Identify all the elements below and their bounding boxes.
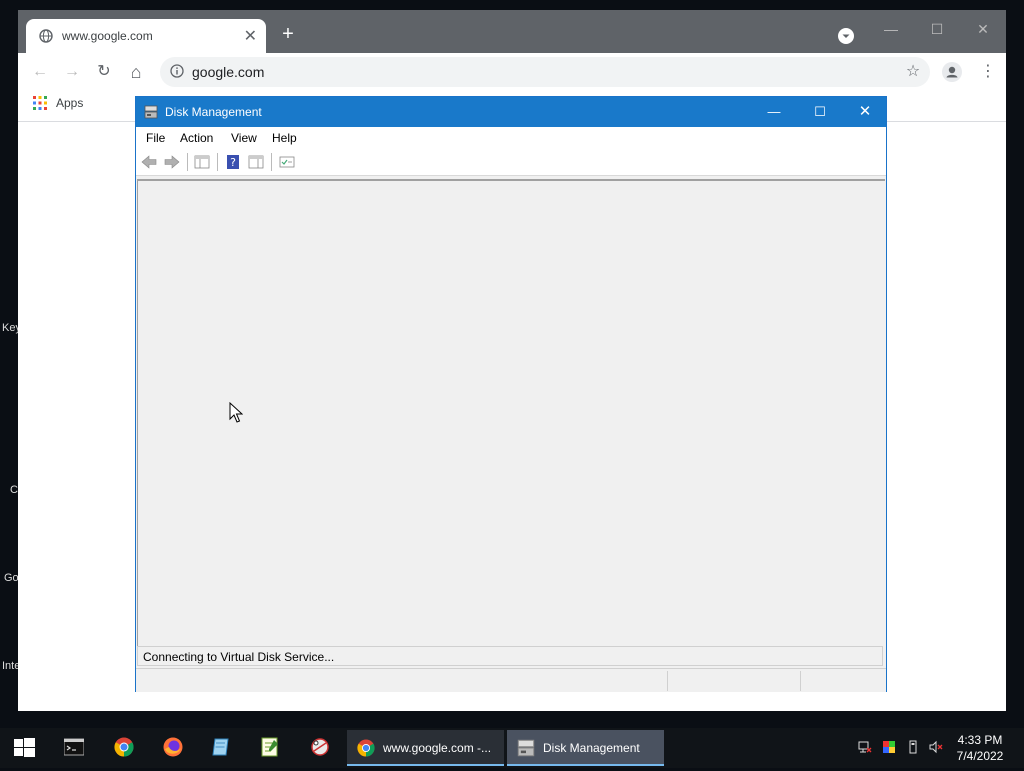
dm-titlebar[interactable]: Disk Management — ☐ ✕: [136, 97, 886, 127]
color-display-icon[interactable]: [882, 740, 896, 754]
svg-text:?: ?: [230, 156, 236, 169]
toolbar-separator: [271, 153, 272, 171]
status-bar: [136, 668, 886, 692]
url-text: google.com: [192, 64, 265, 80]
taskbar-window-label: www.google.com -...: [383, 741, 492, 755]
chrome-icon: [357, 739, 375, 757]
progress-pane: Connecting to Virtual Disk Service...: [137, 646, 883, 666]
minimize-button[interactable]: —: [868, 14, 914, 44]
address-bar[interactable]: google.com: [160, 57, 930, 87]
minimize-button[interactable]: —: [751, 97, 797, 127]
close-button[interactable]: ✕: [842, 97, 888, 127]
command-prompt-icon: [64, 738, 84, 756]
menu-view[interactable]: View: [231, 131, 257, 145]
taskbar-app-green[interactable]: [246, 728, 294, 768]
window-title: Disk Management: [165, 105, 262, 119]
taskbar-app-snipping[interactable]: [296, 728, 344, 768]
text-editor-icon: [261, 737, 278, 757]
network-icon[interactable]: [858, 740, 872, 754]
close-button[interactable]: ✕: [960, 14, 1006, 44]
back-button[interactable]: ←: [30, 62, 50, 82]
disk-management-window: Disk Management — ☐ ✕ File Action View H…: [135, 96, 887, 692]
desktop-icon-label: C: [10, 484, 18, 496]
desktop-icon-label: Go: [4, 572, 19, 584]
info-icon[interactable]: [170, 64, 184, 78]
taskbar-firefox[interactable]: [149, 728, 197, 768]
maximize-button[interactable]: ☐: [797, 97, 843, 127]
show-hide-action-pane-icon[interactable]: [248, 154, 264, 170]
taskbar: www.google.com -... Disk Management 4:33…: [0, 728, 1024, 768]
taskbar-command-prompt[interactable]: [50, 728, 98, 768]
bookmark-star-button[interactable]: ☆: [903, 62, 923, 82]
tab-title: www.google.com: [62, 29, 153, 43]
help-icon[interactable]: ?: [225, 154, 241, 170]
back-arrow-icon[interactable]: [141, 154, 157, 170]
taskbar-window-chrome[interactable]: www.google.com -...: [347, 730, 504, 766]
globe-icon: [39, 29, 53, 43]
system-tray: [855, 728, 955, 768]
mouse-pointer-icon: [229, 402, 243, 423]
clock-time: 4:33 PM: [957, 733, 1003, 747]
snipping-tool-icon: [311, 738, 329, 756]
volume-muted-icon[interactable]: [929, 740, 943, 754]
forward-button[interactable]: →: [62, 62, 82, 82]
taskbar-window-disk-management[interactable]: Disk Management: [507, 730, 664, 766]
firefox-icon: [163, 737, 183, 757]
close-tab-icon[interactable]: ✕: [244, 26, 257, 46]
menu-help[interactable]: Help: [272, 131, 297, 145]
tab-search-button[interactable]: [838, 28, 854, 44]
chrome-tab-strip: www.google.com ✕ + — ☐ ✕: [18, 10, 1006, 53]
dm-toolbar: ?: [136, 149, 886, 176]
apps-grid-icon[interactable]: [33, 96, 47, 110]
chrome-menu-button[interactable]: ⋮: [978, 62, 998, 82]
status-separator: [800, 671, 801, 691]
taskbar-chrome[interactable]: [100, 728, 148, 768]
home-button[interactable]: ⌂: [126, 62, 146, 82]
person-icon: [946, 66, 958, 78]
forward-arrow-icon[interactable]: [164, 154, 180, 170]
disk-management-icon: [517, 739, 535, 757]
chrome-toolbar: ← → ↻ ⌂ google.com ☆ ⋮: [18, 53, 1006, 91]
status-separator: [667, 671, 668, 691]
maximize-button[interactable]: ☐: [914, 14, 960, 44]
disk-management-icon: [144, 105, 158, 119]
chrome-icon: [114, 737, 134, 757]
toolbar-separator: [187, 153, 188, 171]
connection-status-text: Connecting to Virtual Disk Service...: [143, 650, 335, 664]
reload-button[interactable]: ↻: [94, 62, 114, 82]
usb-device-icon[interactable]: [906, 740, 920, 754]
windows-logo-icon: [14, 738, 35, 757]
show-hide-console-tree-icon[interactable]: [194, 154, 210, 170]
clock-date: 7/4/2022: [956, 749, 1004, 763]
apps-bookmark[interactable]: Apps: [56, 96, 83, 110]
taskbar-window-label: Disk Management: [543, 741, 640, 755]
taskbar-app-blue[interactable]: [197, 728, 245, 768]
menu-action[interactable]: Action: [180, 131, 213, 145]
toolbar-separator: [217, 153, 218, 171]
start-button[interactable]: [0, 728, 48, 768]
profile-button[interactable]: [942, 62, 962, 82]
chrome-tab[interactable]: www.google.com ✕: [26, 19, 266, 53]
disk-view-pane[interactable]: [137, 179, 885, 646]
chevron-down-icon: [842, 34, 850, 38]
menu-bar: File Action View Help: [136, 127, 886, 149]
notepad-icon: [212, 738, 229, 756]
taskbar-clock[interactable]: 4:33 PM 7/4/2022: [950, 732, 1010, 766]
menu-file[interactable]: File: [146, 131, 165, 145]
properties-icon[interactable]: [279, 154, 295, 170]
new-tab-button[interactable]: +: [278, 24, 298, 44]
